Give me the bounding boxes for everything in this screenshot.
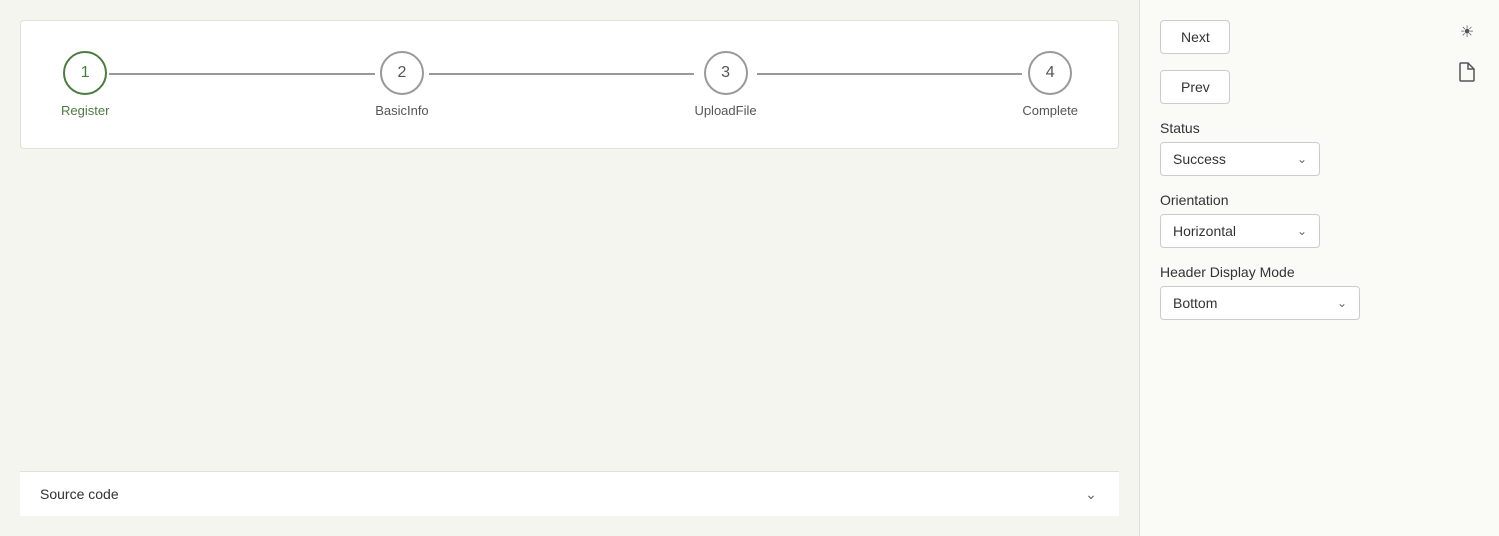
- step-1-label: Register: [61, 103, 109, 118]
- step-2-number: 2: [397, 64, 406, 82]
- stepper-line-3: [757, 73, 1023, 75]
- status-group: Status Success ⌄: [1160, 120, 1479, 176]
- stepper-line-2: [429, 73, 695, 75]
- content-area: [20, 149, 1119, 471]
- status-label: Status: [1160, 120, 1479, 136]
- orientation-chevron-icon: ⌄: [1297, 224, 1307, 238]
- orientation-group: Orientation Horizontal ⌄: [1160, 192, 1479, 248]
- status-value: Success: [1173, 151, 1226, 167]
- theme-toggle-icon[interactable]: ☀: [1451, 16, 1483, 48]
- source-code-label: Source code: [40, 486, 119, 502]
- step-3-label: UploadFile: [694, 103, 756, 118]
- status-chevron-icon: ⌄: [1297, 152, 1307, 166]
- step-2-circle: 2: [380, 51, 424, 95]
- right-panel: Next Prev Status Success ⌄ Orientation H…: [1139, 0, 1499, 536]
- step-2-label: BasicInfo: [375, 103, 428, 118]
- step-3[interactable]: 3 UploadFile: [694, 51, 756, 118]
- file-icon[interactable]: [1451, 56, 1483, 88]
- source-code-bar[interactable]: Source code ⌄: [20, 471, 1119, 516]
- step-1-circle: 1: [63, 51, 107, 95]
- step-3-number: 3: [721, 64, 730, 82]
- next-button[interactable]: Next: [1160, 20, 1230, 54]
- status-dropdown[interactable]: Success ⌄: [1160, 142, 1320, 176]
- top-right-icons: ☀: [1451, 16, 1483, 88]
- step-1-number: 1: [81, 64, 90, 82]
- stepper-track: 1 Register 2 BasicInfo: [61, 51, 1078, 118]
- orientation-value: Horizontal: [1173, 223, 1236, 239]
- app-wrapper: 1 Register 2 BasicInfo: [0, 0, 1499, 536]
- step-4-circle: 4: [1028, 51, 1072, 95]
- step-1[interactable]: 1 Register: [61, 51, 109, 118]
- step-4-number: 4: [1046, 64, 1055, 82]
- main-area: 1 Register 2 BasicInfo: [0, 0, 1139, 536]
- step-2[interactable]: 2 BasicInfo: [375, 51, 428, 118]
- app-container: 1 Register 2 BasicInfo: [0, 0, 1499, 536]
- header-display-value: Bottom: [1173, 295, 1217, 311]
- prev-button[interactable]: Prev: [1160, 70, 1230, 104]
- step-4-label: Complete: [1022, 103, 1078, 118]
- step-4[interactable]: 4 Complete: [1022, 51, 1078, 118]
- header-display-chevron-icon: ⌄: [1337, 296, 1347, 310]
- header-display-group: Header Display Mode Bottom ⌄: [1160, 264, 1479, 320]
- step-3-circle: 3: [704, 51, 748, 95]
- source-code-chevron-icon: ⌄: [1083, 486, 1099, 502]
- stepper-card: 1 Register 2 BasicInfo: [20, 20, 1119, 149]
- stepper-line-1: [109, 73, 375, 75]
- header-display-label: Header Display Mode: [1160, 264, 1479, 280]
- orientation-label: Orientation: [1160, 192, 1479, 208]
- header-display-dropdown[interactable]: Bottom ⌄: [1160, 286, 1360, 320]
- orientation-dropdown[interactable]: Horizontal ⌄: [1160, 214, 1320, 248]
